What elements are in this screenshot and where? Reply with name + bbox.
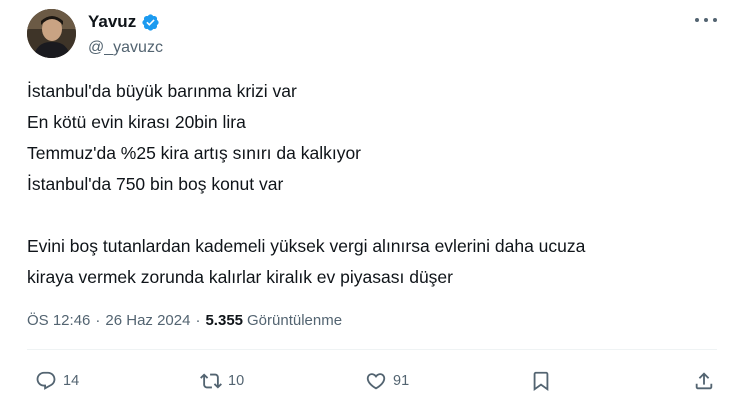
action-bar: 14 10 91	[27, 352, 717, 412]
handle[interactable]: @_yavuzc	[88, 39, 163, 57]
more-options-icon[interactable]	[695, 15, 717, 25]
divider	[27, 349, 717, 350]
bookmark-button[interactable]	[530, 370, 552, 392]
display-name[interactable]: Yavuz	[88, 12, 136, 32]
like-count: 91	[393, 373, 410, 389]
tweet-line: En kötü evin kirası 20bin lira	[27, 112, 246, 132]
tweet-line: İstanbul'da 750 bin boş konut var	[27, 174, 284, 194]
share-icon	[693, 370, 715, 392]
views-label: Görüntülenme	[247, 312, 343, 329]
tweet-header: Yavuz @_yavuzc	[27, 9, 717, 61]
tweet-line: Evini boş tutanlardan kademeli yüksek ve…	[27, 236, 586, 256]
tweet-text: İstanbul'da büyük barınma krizi var En k…	[27, 76, 717, 293]
tweet-date[interactable]: 26 Haz 2024	[105, 312, 190, 329]
author-names: Yavuz @_yavuzc	[88, 12, 163, 57]
tweet-line: kiraya vermek zorunda kalırlar kiralık e…	[27, 267, 453, 287]
tweet-meta: ÖS 12:46 · 26 Haz 2024 · 5.355 Görüntüle…	[27, 312, 342, 329]
retweet-count: 10	[228, 373, 245, 389]
like-button[interactable]: 91	[365, 370, 409, 392]
avatar[interactable]	[27, 9, 76, 58]
tweet-time[interactable]: ÖS 12:46	[27, 312, 90, 329]
reply-count: 14	[63, 373, 80, 389]
reply-icon	[35, 370, 57, 392]
retweet-icon	[200, 370, 222, 392]
meta-separator: ·	[95, 312, 101, 329]
bookmark-icon	[530, 370, 552, 392]
retweet-button[interactable]: 10	[200, 370, 244, 392]
tweet-line: Temmuz'da %25 kira artış sınırı da kalkı…	[27, 143, 362, 163]
reply-button[interactable]: 14	[35, 370, 79, 392]
tweet-line: İstanbul'da büyük barınma krizi var	[27, 81, 297, 101]
views-count: 5.355	[205, 312, 244, 329]
verified-badge-icon	[141, 13, 160, 32]
share-button[interactable]	[693, 370, 715, 392]
heart-icon	[365, 370, 387, 392]
meta-separator: ·	[195, 312, 201, 329]
